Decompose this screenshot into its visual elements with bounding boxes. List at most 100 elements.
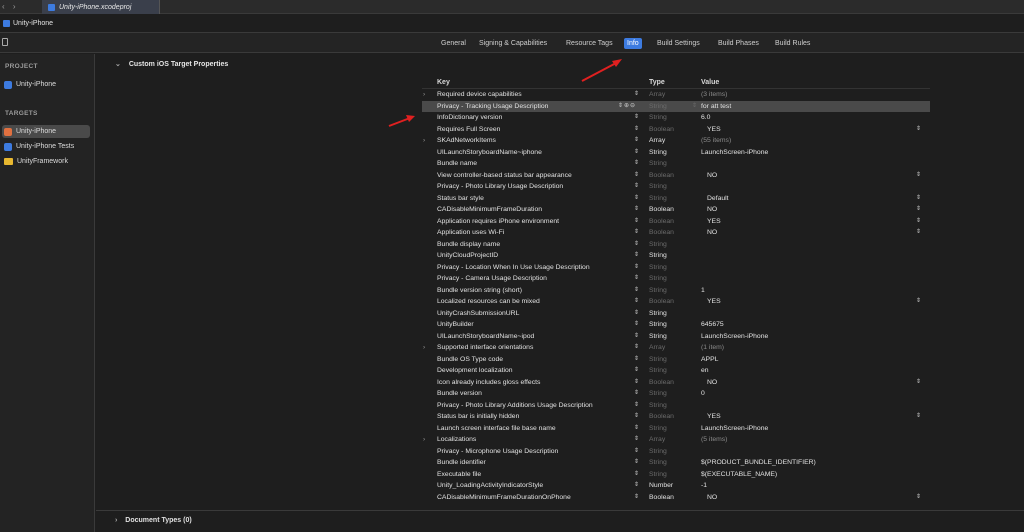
key-popup-icon[interactable]: ⇕ <box>634 250 639 262</box>
sidebar-item-unityframework[interactable]: UnityFramework <box>2 155 90 168</box>
tab-info[interactable]: Info <box>624 38 642 49</box>
row-value[interactable]: APPL <box>701 354 718 366</box>
key-popup-icon[interactable]: ⇕ <box>634 239 639 251</box>
row-value[interactable]: LaunchScreen-iPhone <box>701 331 768 343</box>
row-value[interactable]: -1 <box>701 480 707 492</box>
key-popup-icon[interactable]: ⇕ <box>634 469 639 481</box>
row-value[interactable]: 645675 <box>701 319 724 331</box>
value-popup-icon[interactable]: ⇕ <box>916 170 921 182</box>
table-row[interactable]: Privacy - Microphone Usage Description ⇕ S… <box>422 446 930 458</box>
table-row[interactable]: › Required device capabilities ⇕ Array (3 it… <box>422 89 930 101</box>
table-row[interactable]: CADisableMinimumFrameDurationOnPhone ⇕ Boo… <box>422 492 930 504</box>
table-row[interactable]: Bundle identifier ⇕ String $(PRODUCT_BUNDLE… <box>422 457 930 469</box>
key-popup-icon[interactable]: ⇕ <box>634 89 639 101</box>
key-popup-icon[interactable]: ⇕ <box>634 492 639 504</box>
disclosure-chevron-icon[interactable]: › <box>423 342 425 354</box>
key-popup-icon[interactable]: ⇕ <box>634 158 639 170</box>
column-value[interactable]: Value <box>701 79 719 86</box>
key-popup-icon[interactable]: ⇕ <box>634 400 639 412</box>
row-value[interactable]: $(EXECUTABLE_NAME) <box>701 469 777 481</box>
row-value[interactable]: 0 <box>701 388 705 400</box>
table-row[interactable]: Bundle display name ⇕ String <box>422 239 930 251</box>
table-row[interactable]: Localized resources can be mixed ⇕ Boolean… <box>422 296 930 308</box>
table-row[interactable]: InfoDictionary version ⇕ String 6.0 <box>422 112 930 124</box>
value-popup-icon[interactable]: ⇕ <box>916 377 921 389</box>
table-row[interactable]: Privacy - Photo Library Usage Descriptio… <box>422 181 930 193</box>
jump-bar-project[interactable]: Unity-iPhone <box>13 20 53 27</box>
key-popup-icon[interactable]: ⇕ <box>634 273 639 285</box>
key-popup-icon[interactable]: ⇕ <box>634 170 639 182</box>
table-row[interactable]: › Supported interface orientations ⇕ Array (… <box>422 342 930 354</box>
row-value[interactable]: en <box>701 365 709 377</box>
key-popup-icon[interactable]: ⇕ <box>634 319 639 331</box>
table-row[interactable]: UnityBuilder ⇕ String 645675 <box>422 319 930 331</box>
value-popup-icon[interactable]: ⇕ <box>916 227 921 239</box>
value-popup-icon[interactable]: ⇕ <box>916 204 921 216</box>
disclosure-chevron-icon[interactable]: › <box>423 89 425 101</box>
key-popup-icon[interactable]: ⇕ <box>634 365 639 377</box>
tab-build-rules[interactable]: Build Rules <box>772 38 813 49</box>
sidebar-item-unity-iphone[interactable]: Unity-iPhone <box>2 125 90 138</box>
table-row[interactable]: Requires Full Screen ⇕ Boolean YES ⇕ <box>422 124 930 136</box>
tab-resource-tags[interactable]: Resource Tags <box>563 38 616 49</box>
section-document-types[interactable]: › Document Types (0) <box>96 510 1024 532</box>
value-popup-icon[interactable]: ⇕ <box>916 124 921 136</box>
key-popup-icon[interactable]: ⇕ <box>634 181 639 193</box>
key-popup-icon[interactable]: ⇕ <box>634 354 639 366</box>
key-popup-icon[interactable]: ⇕ <box>634 342 639 354</box>
value-popup-icon[interactable]: ⇕ <box>916 411 921 423</box>
table-row[interactable]: View controller-based status bar appeara… <box>422 170 930 182</box>
key-popup-icon[interactable]: ⇕ <box>634 446 639 458</box>
key-popup-icon[interactable]: ⇕ <box>634 193 639 205</box>
row-value[interactable]: (1 item) <box>701 342 724 354</box>
tab-general[interactable]: General <box>438 38 469 49</box>
value-popup-icon[interactable]: ⇕ <box>916 216 921 228</box>
tab-build-phases[interactable]: Build Phases <box>715 38 762 49</box>
key-popup-icon[interactable]: ⇕ <box>634 227 639 239</box>
section-custom-ios-target-properties[interactable]: ⌄ Custom iOS Target Properties <box>115 60 228 68</box>
table-row[interactable]: › SKAdNetworkItems ⇕ Array (55 items) <box>422 135 930 147</box>
table-row[interactable]: › Localizations ⇕ Array (5 items) <box>422 434 930 446</box>
sidebar-item-project[interactable]: Unity-iPhone <box>2 78 90 91</box>
key-popup-icon[interactable]: ⇕ <box>634 124 639 136</box>
table-row[interactable]: Privacy - Photo Library Additions Usage … <box>422 400 930 412</box>
key-popup-icon[interactable]: ⇕ <box>634 331 639 343</box>
tab-build-settings[interactable]: Build Settings <box>654 38 703 49</box>
table-row[interactable]: Development localization ⇕ String en <box>422 365 930 377</box>
row-edit-controls[interactable]: ⇕⊕⊖ <box>618 101 636 113</box>
key-popup-icon[interactable]: ⇕ <box>634 423 639 435</box>
tab-signing-capabilities[interactable]: Signing & Capabilities <box>476 38 550 49</box>
disclosure-chevron-icon[interactable]: › <box>423 434 425 446</box>
table-row[interactable]: Unity_LoadingActivityIndicatorStyle ⇕ Numb… <box>422 480 930 492</box>
key-popup-icon[interactable]: ⇕ <box>634 112 639 124</box>
row-value[interactable]: LaunchScreen-iPhone <box>701 423 768 435</box>
table-row[interactable]: UnityCrashSubmissionURL ⇕ String <box>422 308 930 320</box>
key-popup-icon[interactable]: ⇕ <box>634 262 639 274</box>
row-value[interactable]: (3 items) <box>701 89 727 101</box>
column-type[interactable]: Type <box>649 79 665 86</box>
type-popup-icon[interactable]: ⇕ <box>692 101 697 113</box>
table-row[interactable]: UnityCloudProjectID ⇕ String <box>422 250 930 262</box>
file-tab[interactable]: Unity-iPhone.xcodeproj <box>42 0 160 14</box>
nav-forward-icon[interactable]: › <box>13 2 16 11</box>
table-row[interactable]: UILaunchStoryboardName~iphone ⇕ String Laun… <box>422 147 930 159</box>
key-popup-icon[interactable]: ⇕ <box>634 285 639 297</box>
row-value[interactable]: 1 <box>701 285 705 297</box>
row-value[interactable]: for att test <box>701 101 731 113</box>
table-row[interactable]: Executable file ⇕ String $(EXECUTABLE_NAME) <box>422 469 930 481</box>
value-popup-icon[interactable]: ⇕ <box>916 492 921 504</box>
table-row[interactable]: Bundle version string (short) ⇕ String 1 <box>422 285 930 297</box>
key-popup-icon[interactable]: ⇕ <box>634 296 639 308</box>
row-value[interactable]: (5 items) <box>701 434 727 446</box>
key-popup-icon[interactable]: ⇕ <box>634 308 639 320</box>
column-key[interactable]: Key <box>437 79 450 86</box>
table-row[interactable]: Icon already includes gloss effects ⇕ Bool… <box>422 377 930 389</box>
table-row[interactable]: Bundle OS Type code ⇕ String APPL <box>422 354 930 366</box>
value-popup-icon[interactable]: ⇕ <box>916 193 921 205</box>
table-row[interactable]: Status bar style ⇕ String Default ⇕ <box>422 193 930 205</box>
row-value[interactable]: (55 items) <box>701 135 731 147</box>
value-popup-icon[interactable]: ⇕ <box>916 296 921 308</box>
key-popup-icon[interactable]: ⇕ <box>634 434 639 446</box>
disclosure-chevron-icon[interactable]: › <box>423 135 425 147</box>
table-row[interactable]: Privacy - Location When In Use Usage Des… <box>422 262 930 274</box>
